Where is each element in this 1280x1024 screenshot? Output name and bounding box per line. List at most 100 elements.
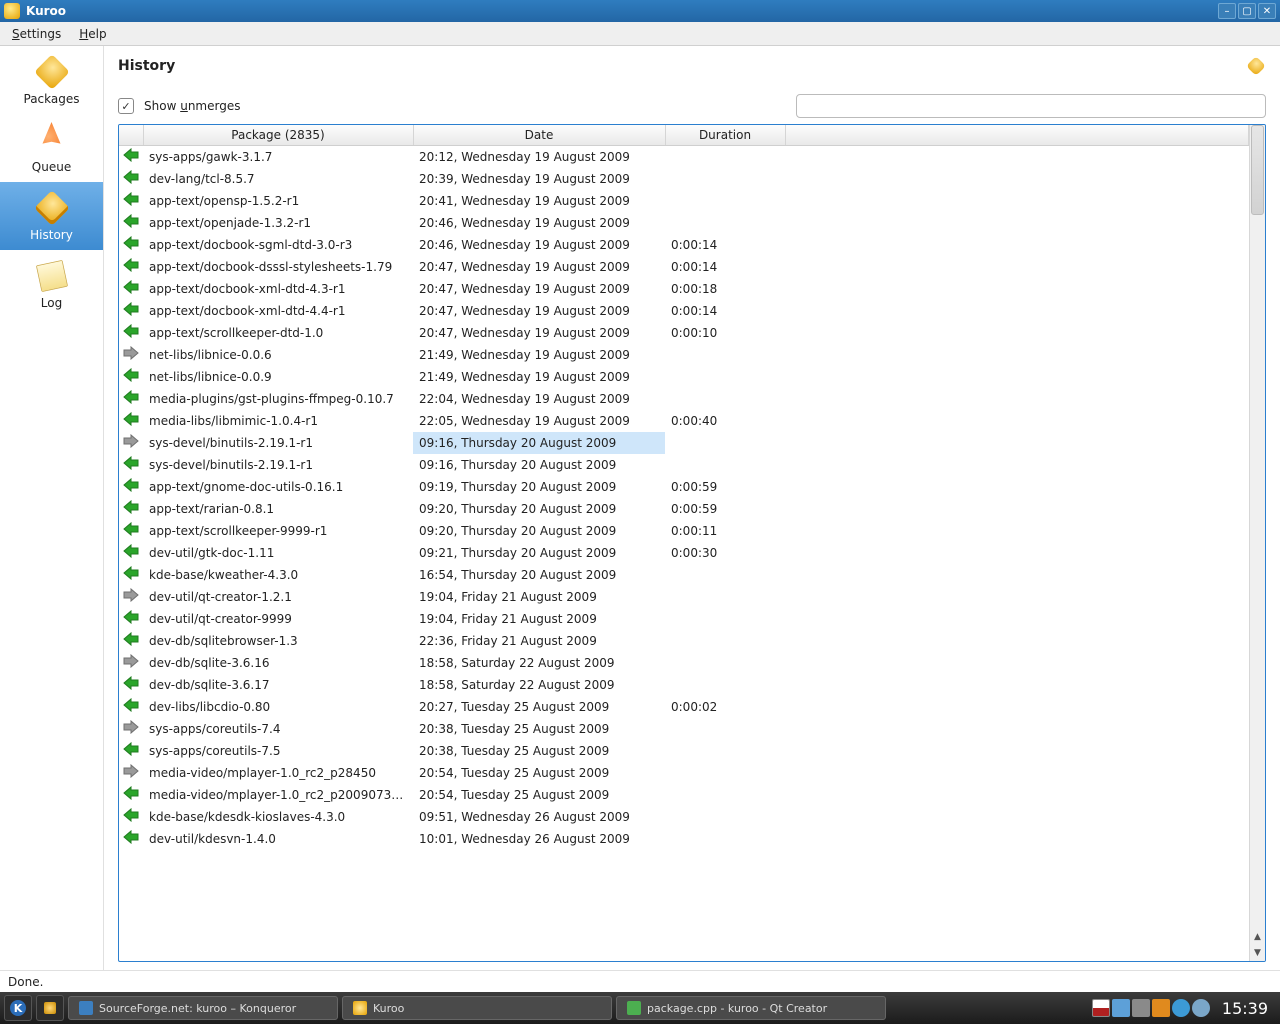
- date-cell: 20:54, Tuesday 25 August 2009: [413, 784, 665, 806]
- spacer-cell: [785, 476, 1249, 498]
- spacer-cell: [785, 828, 1249, 850]
- show-unmerges-checkbox[interactable]: ✓: [118, 98, 134, 114]
- table-row[interactable]: app-text/scrollkeeper-9999-r109:20, Thur…: [119, 520, 1249, 542]
- table-row[interactable]: dev-db/sqlite-3.6.1618:58, Saturday 22 A…: [119, 652, 1249, 674]
- table-row[interactable]: app-text/rarian-0.8.109:20, Thursday 20 …: [119, 498, 1249, 520]
- merge-arrow-icon: [119, 190, 143, 212]
- history-header-icon: [1246, 56, 1266, 76]
- sidebar-item-history[interactable]: History: [0, 182, 103, 250]
- main: Packages Queue History Log History ✓ Sho…: [0, 46, 1280, 970]
- task-label: package.cpp - kuroo - Qt Creator: [647, 1002, 827, 1015]
- date-cell: 20:41, Wednesday 19 August 2009: [413, 190, 665, 212]
- table-row[interactable]: app-text/docbook-xml-dtd-4.3-r120:47, We…: [119, 278, 1249, 300]
- package-cell: dev-util/qt-creator-9999: [143, 608, 413, 630]
- duration-cell: 0:00:10: [665, 322, 785, 344]
- table-row[interactable]: sys-apps/gawk-3.1.720:12, Wednesday 19 A…: [119, 146, 1249, 168]
- merge-arrow-icon: [119, 212, 143, 234]
- menu-settings[interactable]: Settings: [4, 25, 69, 43]
- col-date[interactable]: Date: [413, 125, 665, 146]
- table-row[interactable]: sys-devel/binutils-2.19.1-r109:16, Thurs…: [119, 432, 1249, 454]
- taskbar-clock[interactable]: 15:39: [1222, 999, 1268, 1018]
- table-row[interactable]: dev-db/sqlite-3.6.1718:58, Saturday 22 A…: [119, 674, 1249, 696]
- table-row[interactable]: dev-util/kdesvn-1.4.010:01, Wednesday 26…: [119, 828, 1249, 850]
- table-row[interactable]: dev-util/qt-creator-1.2.119:04, Friday 2…: [119, 586, 1249, 608]
- package-cell: sys-devel/binutils-2.19.1-r1: [143, 432, 413, 454]
- package-cell: sys-devel/binutils-2.19.1-r1: [143, 454, 413, 476]
- vertical-scrollbar[interactable]: ▲ ▼: [1249, 125, 1265, 961]
- minimize-button[interactable]: –: [1218, 3, 1236, 19]
- table-row[interactable]: app-text/docbook-xml-dtd-4.4-r120:47, We…: [119, 300, 1249, 322]
- date-cell: 20:46, Wednesday 19 August 2009: [413, 212, 665, 234]
- date-cell: 20:27, Tuesday 25 August 2009: [413, 696, 665, 718]
- spacer-cell: [785, 454, 1249, 476]
- duration-cell: [665, 784, 785, 806]
- duration-cell: 0:00:11: [665, 520, 785, 542]
- merge-arrow-icon: [119, 674, 143, 696]
- table-row[interactable]: app-text/scrollkeeper-dtd-1.020:47, Wedn…: [119, 322, 1249, 344]
- spacer-cell: [785, 256, 1249, 278]
- scroll-down-button[interactable]: ▼: [1250, 945, 1265, 961]
- spacer-cell: [785, 806, 1249, 828]
- close-button[interactable]: ✕: [1258, 3, 1276, 19]
- task-label: Kuroo: [373, 1002, 404, 1015]
- table-row[interactable]: sys-apps/coreutils-7.520:38, Tuesday 25 …: [119, 740, 1249, 762]
- sidebar-item-label: Log: [41, 296, 62, 310]
- spacer-cell: [785, 344, 1249, 366]
- keyboard-layout-icon[interactable]: [1092, 999, 1110, 1017]
- maximize-button[interactable]: ▢: [1238, 3, 1256, 19]
- table-row[interactable]: media-plugins/gst-plugins-ffmpeg-0.10.72…: [119, 388, 1249, 410]
- sidebar-item-queue[interactable]: Queue: [0, 114, 103, 182]
- network-icon[interactable]: [1112, 999, 1130, 1017]
- filter-input[interactable]: [796, 94, 1266, 118]
- duration-cell: [665, 168, 785, 190]
- table-row[interactable]: app-text/openjade-1.3.2-r120:46, Wednesd…: [119, 212, 1249, 234]
- table-row[interactable]: dev-lang/tcl-8.5.720:39, Wednesday 19 Au…: [119, 168, 1249, 190]
- package-cell: app-text/docbook-xml-dtd-4.4-r1: [143, 300, 413, 322]
- package-cell: dev-db/sqlitebrowser-1.3: [143, 630, 413, 652]
- col-duration[interactable]: Duration: [665, 125, 785, 146]
- table-row[interactable]: kde-base/kweather-4.3.016:54, Thursday 2…: [119, 564, 1249, 586]
- table-row[interactable]: app-text/docbook-dsssl-stylesheets-1.792…: [119, 256, 1249, 278]
- spacer-cell: [785, 168, 1249, 190]
- col-package[interactable]: Package (2835): [143, 125, 413, 146]
- table-row[interactable]: net-libs/libnice-0.0.621:49, Wednesday 1…: [119, 344, 1249, 366]
- table-row[interactable]: dev-util/qt-creator-999919:04, Friday 21…: [119, 608, 1249, 630]
- date-cell: 10:01, Wednesday 26 August 2009: [413, 828, 665, 850]
- taskbar-task-konqueror[interactable]: SourceForge.net: kuroo – Konqueror: [68, 996, 338, 1020]
- table-row[interactable]: media-video/mplayer-1.0_rc2_p2009073…20:…: [119, 784, 1249, 806]
- table-row[interactable]: media-libs/libmimic-1.0.4-r122:05, Wedne…: [119, 410, 1249, 432]
- table-row[interactable]: sys-apps/coreutils-7.420:38, Tuesday 25 …: [119, 718, 1249, 740]
- kde-menu-button[interactable]: K: [4, 995, 32, 1021]
- scroll-thumb[interactable]: [1251, 125, 1264, 215]
- table-row[interactable]: dev-libs/libcdio-0.8020:27, Tuesday 25 A…: [119, 696, 1249, 718]
- date-cell: 09:51, Wednesday 26 August 2009: [413, 806, 665, 828]
- history-table-scroll[interactable]: Package (2835) Date Duration sys-apps/ga…: [119, 125, 1249, 961]
- table-row[interactable]: app-text/gnome-doc-utils-0.16.109:19, Th…: [119, 476, 1249, 498]
- table-row[interactable]: kde-base/kdesdk-kioslaves-4.3.009:51, We…: [119, 806, 1249, 828]
- info-icon[interactable]: [1192, 999, 1210, 1017]
- sidebar-item-packages[interactable]: Packages: [0, 46, 103, 114]
- scroll-up-button[interactable]: ▲: [1250, 929, 1265, 945]
- sidebar: Packages Queue History Log: [0, 46, 104, 970]
- merge-arrow-icon: [119, 388, 143, 410]
- col-icon[interactable]: [119, 125, 143, 146]
- sound-icon[interactable]: [1132, 999, 1150, 1017]
- table-row[interactable]: dev-util/gtk-doc-1.1109:21, Thursday 20 …: [119, 542, 1249, 564]
- status-bar: Done.: [0, 970, 1280, 992]
- browser-icon[interactable]: [1172, 999, 1190, 1017]
- sidebar-item-log[interactable]: Log: [0, 250, 103, 318]
- table-row[interactable]: sys-devel/binutils-2.19.1-r109:16, Thurs…: [119, 454, 1249, 476]
- table-row[interactable]: dev-db/sqlitebrowser-1.322:36, Friday 21…: [119, 630, 1249, 652]
- menu-help[interactable]: Help: [71, 25, 114, 43]
- history-icon: [34, 190, 70, 226]
- table-row[interactable]: net-libs/libnice-0.0.921:49, Wednesday 1…: [119, 366, 1249, 388]
- table-row[interactable]: app-text/opensp-1.5.2-r120:41, Wednesday…: [119, 190, 1249, 212]
- table-row[interactable]: media-video/mplayer-1.0_rc2_p2845020:54,…: [119, 762, 1249, 784]
- taskbar-task-qtcreator[interactable]: package.cpp - kuroo - Qt Creator: [616, 996, 886, 1020]
- duration-cell: [665, 146, 785, 168]
- table-row[interactable]: app-text/docbook-sgml-dtd-3.0-r320:46, W…: [119, 234, 1249, 256]
- merge-arrow-icon: [119, 828, 143, 850]
- taskbar-task-kuroo[interactable]: Kuroo: [342, 996, 612, 1020]
- updates-icon[interactable]: [1152, 999, 1170, 1017]
- show-desktop-button[interactable]: [36, 995, 64, 1021]
